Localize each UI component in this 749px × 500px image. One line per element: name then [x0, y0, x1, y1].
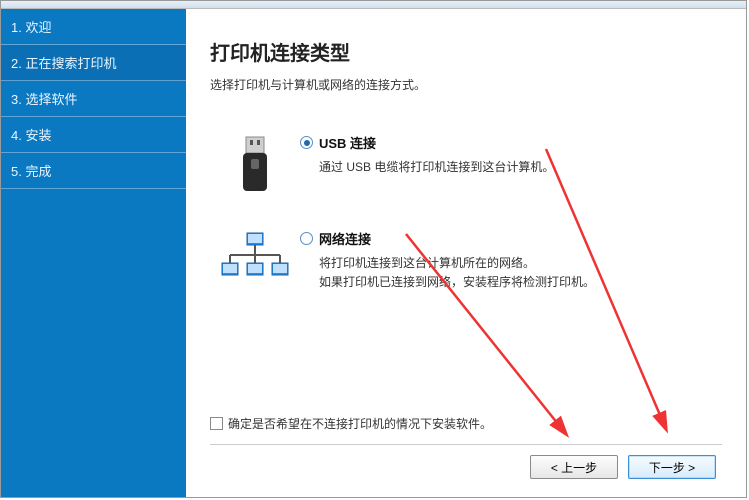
option-network: 网络连接 将打印机连接到这台计算机所在的网络。 如果打印机已连接到网络，安装程序…	[210, 229, 722, 292]
wizard-sidebar: 1. 欢迎 2. 正在搜索打印机 3. 选择软件 4. 安装 5. 完成	[1, 9, 186, 497]
main-panel: 打印机连接类型 选择打印机与计算机或网络的连接方式。 USB 连接	[186, 9, 746, 497]
radio-usb[interactable]: USB 连接	[300, 133, 722, 152]
sidebar-item-select-software: 3. 选择软件	[1, 81, 186, 117]
usb-icon	[210, 133, 300, 195]
checkbox-box	[210, 417, 223, 430]
next-button-label: 下一步 >	[649, 459, 695, 476]
back-button[interactable]: < 上一步	[530, 455, 618, 479]
option-network-desc-line2: 如果打印机已连接到网络，安装程序将检测打印机。	[319, 275, 595, 289]
option-usb-desc: 通过 USB 电缆将打印机连接到这台计算机。	[319, 158, 722, 177]
sidebar-item-install: 4. 安装	[1, 117, 186, 153]
checkbox-install-without-printer[interactable]: 确定是否希望在不连接打印机的情况下安装软件。	[210, 415, 722, 432]
option-network-label: 网络连接	[319, 229, 371, 248]
option-network-text: 网络连接 将打印机连接到这台计算机所在的网络。 如果打印机已连接到网络，安装程序…	[300, 229, 722, 292]
spacer	[210, 326, 722, 415]
radio-network-outer	[300, 232, 313, 245]
window-body: 1. 欢迎 2. 正在搜索打印机 3. 选择软件 4. 安装 5. 完成 打印机…	[1, 9, 746, 497]
page-subtitle: 选择打印机与计算机或网络的连接方式。	[210, 76, 722, 93]
option-network-desc-line1: 将打印机连接到这台计算机所在的网络。	[319, 256, 535, 270]
checkbox-label: 确定是否希望在不连接打印机的情况下安装软件。	[228, 415, 492, 432]
installer-window: 1. 欢迎 2. 正在搜索打印机 3. 选择软件 4. 安装 5. 完成 打印机…	[0, 0, 747, 498]
option-network-desc: 将打印机连接到这台计算机所在的网络。 如果打印机已连接到网络，安装程序将检测打印…	[319, 254, 722, 292]
footer-buttons: < 上一步 下一步 >	[210, 453, 722, 485]
network-icon	[210, 229, 300, 292]
sidebar-item-label: 4. 安装	[11, 128, 51, 143]
option-usb: USB 连接 通过 USB 电缆将打印机连接到这台计算机。	[210, 133, 722, 195]
radio-network[interactable]: 网络连接	[300, 229, 722, 248]
sidebar-item-welcome: 1. 欢迎	[1, 9, 186, 45]
window-titlebar	[1, 1, 746, 9]
radio-selected-dot	[304, 140, 310, 146]
option-usb-label: USB 连接	[319, 133, 376, 152]
sidebar-item-finish: 5. 完成	[1, 153, 186, 189]
radio-usb-outer	[300, 136, 313, 149]
sidebar-item-search: 2. 正在搜索打印机	[1, 45, 186, 81]
next-button[interactable]: 下一步 >	[628, 455, 716, 479]
option-usb-text: USB 连接 通过 USB 电缆将打印机连接到这台计算机。	[300, 133, 722, 195]
sidebar-item-label: 2. 正在搜索打印机	[11, 56, 116, 71]
sidebar-item-label: 1. 欢迎	[11, 20, 51, 35]
sidebar-item-label: 5. 完成	[11, 164, 51, 179]
page-title: 打印机连接类型	[210, 37, 722, 66]
back-button-label: < 上一步	[551, 459, 597, 476]
sidebar-item-label: 3. 选择软件	[11, 92, 77, 107]
footer-divider	[210, 444, 722, 445]
